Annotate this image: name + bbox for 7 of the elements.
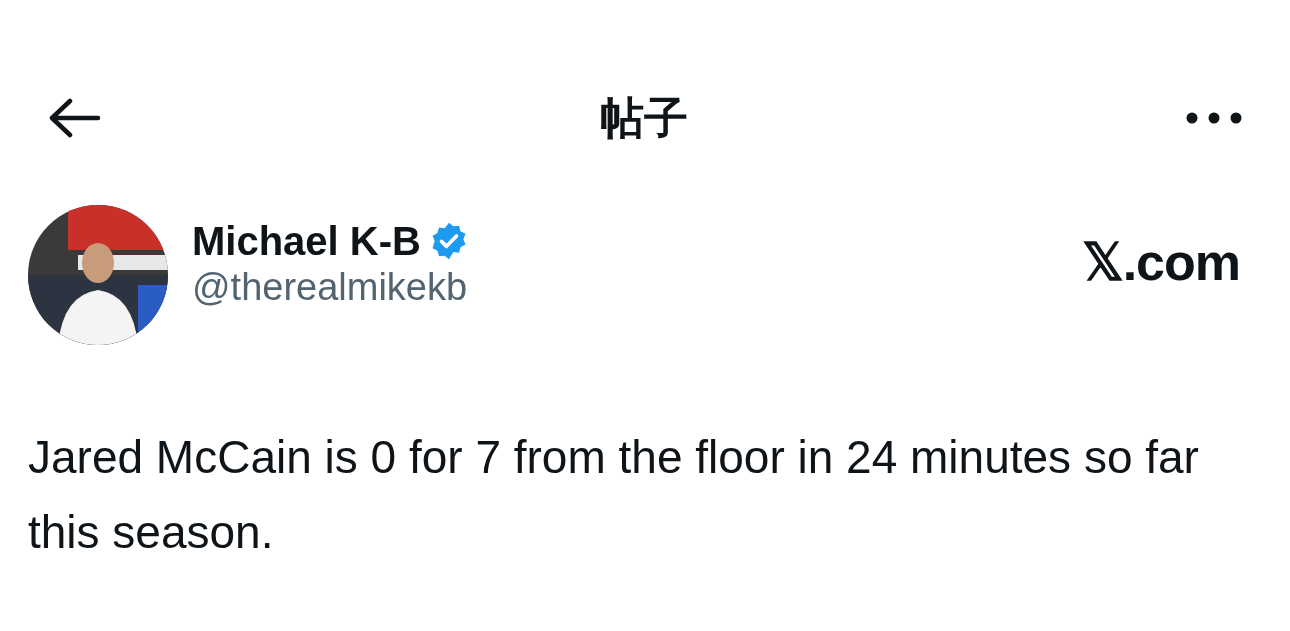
post-text: Jared McCain is 0 for 7 from the floor in 24 minutes so far this season.	[27, 430, 1200, 560]
page-title: 帖子	[600, 91, 688, 145]
back-icon[interactable]	[48, 98, 102, 138]
source-label: 𝕏.com	[1081, 232, 1240, 293]
author-handle[interactable]: @therealmikekb	[192, 263, 1082, 313]
more-icon[interactable]	[1186, 112, 1242, 124]
author-name[interactable]: Michael K-B	[192, 219, 421, 263]
